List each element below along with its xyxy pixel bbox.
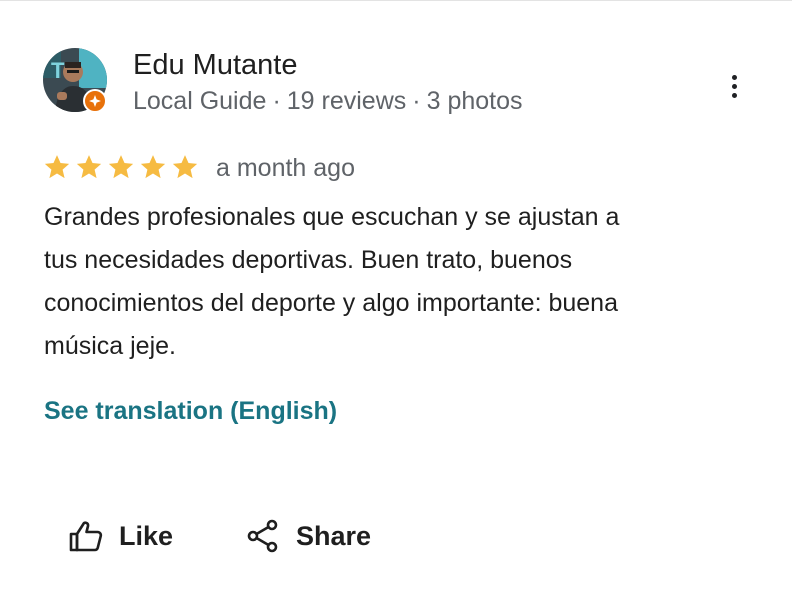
- photo-count: 3 photos: [426, 87, 523, 115]
- meta-separator: ·: [272, 87, 281, 115]
- author-meta: Local Guide · 19 reviews · 3 photos: [133, 84, 523, 118]
- star-icon: [140, 155, 166, 179]
- star-icon: [172, 155, 198, 179]
- share-label: Share: [296, 520, 372, 551]
- star-icon: [76, 155, 102, 179]
- review-text-line: conocimientos del deporte y algo importa…: [44, 289, 618, 317]
- local-guide-star-icon: [83, 89, 107, 113]
- review-card: T Edu Mutante Local Guide · 19 reviews · 3 p…: [0, 0, 792, 610]
- author-name[interactable]: Edu Mutante: [133, 46, 297, 84]
- review-text-line: Grandes profesionales que escuchan y se …: [44, 203, 620, 231]
- like-label: Like: [119, 520, 174, 551]
- star-rating: [43, 153, 199, 181]
- meta-separator: ·: [412, 87, 421, 115]
- more-vertical-icon[interactable]: [718, 70, 750, 102]
- review-text-line: música jeje.: [44, 332, 176, 360]
- share-icon: [247, 519, 278, 553]
- thumbs-up-icon: [69, 521, 103, 552]
- share-button[interactable]: Share: [246, 514, 371, 558]
- see-translation-link[interactable]: See translation (English): [44, 393, 337, 429]
- star-icon: [44, 155, 70, 179]
- svg-text:T: T: [51, 58, 65, 83]
- star-icon: [108, 155, 134, 179]
- review-date: a month ago: [216, 154, 355, 182]
- review-count: 19 reviews: [286, 87, 407, 115]
- review-text-line: tus necesidades deportivas. Buen trato, …: [44, 246, 573, 274]
- like-button[interactable]: Like: [69, 514, 173, 558]
- local-guide-label: Local Guide: [133, 87, 267, 115]
- review-text: Grandes profesionales que escuchan y se …: [44, 196, 744, 368]
